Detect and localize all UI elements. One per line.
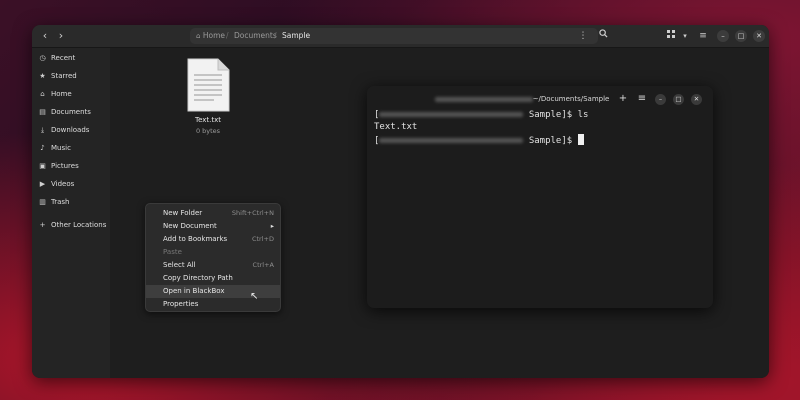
hamburger-menu-icon[interactable]: ≡ <box>696 29 710 43</box>
menu-item-add-to-bookmarks[interactable]: Add to Bookmarks Ctrl+D <box>146 233 280 246</box>
minimize-button[interactable]: – <box>717 30 729 42</box>
blurred-user-host <box>379 112 524 117</box>
view-options-chevron-icon[interactable]: ▾ <box>678 29 692 43</box>
context-menu: New Folder Shift+Ctrl+N New Document ▸ Add… <box>145 203 281 312</box>
submenu-arrow-icon: ▸ <box>270 222 274 230</box>
menu-item-new-folder[interactable]: New Folder Shift+Ctrl+N <box>146 207 280 220</box>
breadcrumb-separator: / <box>274 31 277 40</box>
new-tab-button[interactable]: + <box>617 93 629 105</box>
sidebar-item-other-locations[interactable]: + Other Locations <box>38 218 107 232</box>
terminal-line: Text.txt <box>374 122 418 132</box>
sidebar-item-pictures[interactable]: ▣ Pictures <box>38 159 79 173</box>
file-manager-headerbar: ‹ › ⌂ Home / Documents / Sample ⋮ ▾ ≡ – … <box>32 25 769 48</box>
sidebar-item-downloads[interactable]: ⤓ Downloads <box>38 123 90 137</box>
clock-icon: ◷ <box>39 54 46 62</box>
terminal-line: [ Sample]$ <box>374 134 584 146</box>
plus-icon: + <box>618 93 628 104</box>
file-size: 0 bytes <box>195 127 221 135</box>
back-button[interactable]: ‹ <box>38 29 52 43</box>
sidebar-item-recent[interactable]: ◷ Recent <box>38 51 75 65</box>
maximize-button[interactable]: □ <box>735 30 747 42</box>
terminal-menu-button[interactable]: ≡ <box>636 93 648 105</box>
sidebar-item-music[interactable]: ♪ Music <box>38 141 71 155</box>
terminal-cursor <box>577 134 584 145</box>
blurred-user-host <box>379 138 524 143</box>
close-button[interactable]: ✕ <box>753 30 765 42</box>
breadcrumb-home[interactable]: ⌂ Home <box>196 28 225 44</box>
sidebar-item-trash[interactable]: ▥ Trash <box>38 195 69 209</box>
more-vertical-icon[interactable]: ⋮ <box>576 29 590 43</box>
hamburger-menu-icon: ≡ <box>637 93 647 104</box>
music-icon: ♪ <box>40 144 45 152</box>
picture-icon: ▣ <box>39 162 46 170</box>
search-icon[interactable] <box>596 29 610 43</box>
mouse-pointer-icon: ↖ <box>250 291 259 302</box>
sidebar: ◷ Recent ★ Starred ⌂ Home ▤ Documents ⤓ Downl… <box>32 48 110 378</box>
terminal-minimize-button[interactable]: – <box>655 94 666 105</box>
chevron-right-icon: › <box>58 29 64 42</box>
breadcrumb-documents[interactable]: Documents <box>234 28 277 44</box>
sidebar-item-starred[interactable]: ★ Starred <box>38 69 76 83</box>
plus-icon: + <box>39 221 46 229</box>
terminal-close-button[interactable]: ✕ <box>691 94 702 105</box>
star-icon: ★ <box>39 72 46 80</box>
blurred-hostname <box>434 96 533 102</box>
trash-icon: ▥ <box>39 198 46 206</box>
terminal-title: ~/Documents/Sample <box>407 95 637 103</box>
sidebar-item-home[interactable]: ⌂ Home <box>38 87 71 101</box>
terminal-window: ~/Documents/Sample + ≡ – □ ✕ [ Sample]$ … <box>367 86 713 308</box>
menu-item-copy-directory-path[interactable]: Copy Directory Path <box>146 272 280 285</box>
breadcrumb-separator: / <box>226 31 229 40</box>
video-icon: ▶ <box>39 180 46 188</box>
home-icon: ⌂ <box>40 90 45 98</box>
terminal-maximize-button[interactable]: □ <box>673 94 684 105</box>
menu-item-paste: Paste <box>163 248 182 256</box>
breadcrumb-sample[interactable]: Sample <box>282 28 310 44</box>
terminal-headerbar: ~/Documents/Sample + ≡ – □ ✕ <box>367 86 713 112</box>
text-file-icon[interactable] <box>186 58 230 112</box>
document-icon: ▤ <box>39 108 46 116</box>
chevron-left-icon: ‹ <box>42 29 48 42</box>
sidebar-item-videos[interactable]: ▶ Videos <box>38 177 74 191</box>
terminal-line: [ Sample]$ ls <box>374 110 589 120</box>
sidebar-item-documents[interactable]: ▤ Documents <box>38 105 91 119</box>
menu-item-select-all[interactable]: Select All Ctrl+A <box>146 259 280 272</box>
home-icon: ⌂ <box>196 32 201 40</box>
menu-item-properties[interactable]: Properties <box>146 298 280 311</box>
forward-button[interactable]: › <box>54 29 68 43</box>
file-name[interactable]: Text.txt <box>178 116 238 124</box>
download-icon: ⤓ <box>40 126 45 134</box>
path-bar: ⌂ Home / Documents / Sample ⋮ <box>190 28 598 44</box>
grid-view-icon[interactable] <box>664 29 678 43</box>
menu-item-open-in-blackbox[interactable]: Open in BlackBox <box>146 285 280 298</box>
menu-item-new-document[interactable]: New Document ▸ <box>146 220 280 233</box>
